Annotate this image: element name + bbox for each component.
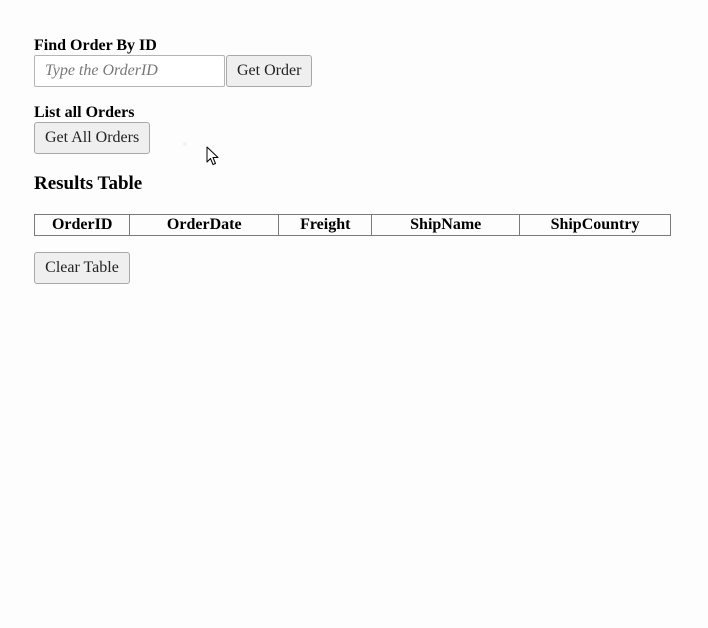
page: Find Order By ID Get Order List all Orde… [0, 0, 708, 628]
get-all-orders-button[interactable]: Get All Orders [34, 122, 150, 154]
results-table: OrderID OrderDate Freight ShipName ShipC… [33, 214, 671, 236]
decorative-dot [183, 142, 187, 146]
results-table-heading: Results Table [34, 173, 143, 194]
column-header-shipcountry: ShipCountry [519, 214, 671, 236]
table-header-row: OrderID OrderDate Freight ShipName ShipC… [33, 214, 671, 236]
column-header-orderdate: OrderDate [129, 214, 280, 236]
column-header-orderid: OrderID [33, 214, 131, 236]
get-order-button[interactable]: Get Order [226, 55, 312, 87]
column-header-freight: Freight [278, 214, 373, 236]
mouse-cursor-icon [206, 146, 219, 165]
list-orders-label: List all Orders [34, 104, 135, 121]
find-order-label: Find Order By ID [34, 37, 157, 54]
order-id-input[interactable] [34, 55, 225, 87]
clear-table-button[interactable]: Clear Table [34, 252, 130, 284]
column-header-shipname: ShipName [371, 214, 521, 236]
